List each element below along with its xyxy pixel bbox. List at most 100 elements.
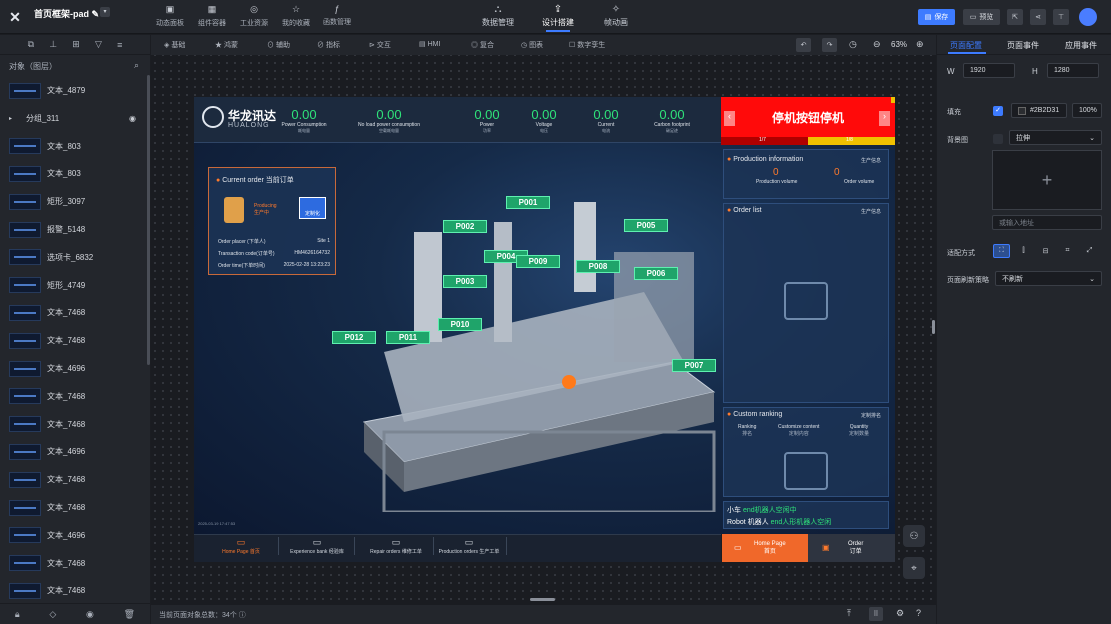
toolbar-item[interactable]: ◈ 基础 bbox=[164, 40, 185, 50]
layer-item[interactable]: 矩形_4749 bbox=[0, 272, 146, 299]
delete-icon[interactable]: 🗑︎ bbox=[124, 609, 135, 620]
shirt-icon[interactable]: ⊤ bbox=[1053, 9, 1069, 25]
locate-icon[interactable]: ⌖ bbox=[903, 557, 925, 579]
fill-color-input[interactable]: #2B2D31 bbox=[1011, 103, 1067, 118]
bg-mode-select[interactable]: 拉伸 ⌄ bbox=[1009, 130, 1102, 145]
nav-industrial-resources[interactable]: ◎ 工业资源 bbox=[240, 4, 268, 28]
layer-item[interactable]: 文本_7468 bbox=[0, 411, 146, 438]
settings-icon[interactable]: ⚙ bbox=[896, 608, 904, 619]
station-tag[interactable]: P005 bbox=[624, 219, 668, 232]
history-icon[interactable]: ◷ bbox=[849, 39, 857, 50]
artboard[interactable]: 华龙讯达 HUALONG 0.00 Power Consumption 耗电量 … bbox=[194, 97, 895, 534]
width-input[interactable]: 1920 bbox=[963, 63, 1015, 78]
shield-icon[interactable]: ◇ bbox=[49, 609, 56, 620]
layer-item[interactable]: 文本_4879 bbox=[0, 77, 146, 104]
layer-item[interactable]: 文本_7468 bbox=[0, 299, 146, 326]
share-icon[interactable]: ⋖ bbox=[1030, 9, 1046, 25]
station-tag[interactable]: P006 bbox=[634, 267, 678, 280]
search-icon[interactable]: ⌕ bbox=[134, 60, 139, 71]
layer-scrollbar[interactable] bbox=[147, 75, 150, 365]
fit-expand-icon[interactable]: ⤢ bbox=[1081, 244, 1098, 258]
layer-item[interactable]: 文本_803 bbox=[0, 160, 146, 187]
nav-favorites[interactable]: ☆ 我的收藏 bbox=[282, 4, 310, 28]
toolbar-item[interactable]: ★ 鸿蒙 bbox=[215, 40, 238, 50]
layer-item[interactable]: 矩形_3097 bbox=[0, 188, 146, 215]
station-tag[interactable]: P011 bbox=[386, 331, 430, 344]
order-button[interactable]: ▣ Order 订单 bbox=[808, 534, 895, 562]
home-page-button[interactable]: ▭ Home Page 首页 bbox=[722, 534, 808, 562]
save-button[interactable]: ▤ 保存 bbox=[918, 9, 955, 25]
layer-item[interactable]: 文本_7468 bbox=[0, 383, 146, 410]
avatar[interactable] bbox=[1079, 8, 1097, 26]
bottom-nav-item[interactable]: ▭ Production orders 生产工单 bbox=[432, 537, 507, 555]
nav-component-container[interactable]: ▦ 组件容器 bbox=[198, 4, 226, 28]
filter-icon[interactable]: ▽ bbox=[95, 39, 102, 50]
fill-checkbox[interactable]: ✓ bbox=[993, 106, 1003, 116]
layer-item[interactable]: 文本_7468 bbox=[0, 327, 146, 354]
refresh-policy-select[interactable]: 不刷新 ⌄ bbox=[995, 271, 1102, 286]
toolbar-item[interactable]: ⊳ 交互 bbox=[369, 40, 391, 50]
nav-dynamic-panel[interactable]: ▣ 动态面板 bbox=[156, 4, 184, 28]
nav-function-manage[interactable]: ƒ 函数管理 bbox=[323, 4, 351, 27]
toolbar-item[interactable]: ◷ 图表 bbox=[521, 40, 543, 50]
station-tag[interactable]: P002 bbox=[443, 220, 487, 233]
help-icon[interactable]: ? bbox=[916, 608, 921, 618]
distribute-icon[interactable]: ⊞ bbox=[72, 39, 80, 50]
canvas-scroll-handle[interactable] bbox=[530, 598, 555, 601]
tab-page-events[interactable]: 页面事件 bbox=[1007, 40, 1039, 51]
visibility-eye-icon[interactable]: ◉ bbox=[129, 114, 136, 123]
alarm-next-icon[interactable]: › bbox=[879, 111, 890, 126]
height-input[interactable]: 1280 bbox=[1047, 63, 1099, 78]
layer-item[interactable]: 报警_5148 bbox=[0, 216, 146, 243]
toolbar-item[interactable]: ☐ 数字孪生 bbox=[569, 40, 605, 50]
preview-button[interactable]: ▭ 预览 bbox=[963, 9, 1000, 25]
layer-item[interactable]: 文本_4696 bbox=[0, 355, 146, 382]
toolbar-item[interactable]: ⊙ 辅助 bbox=[267, 40, 290, 50]
robot-icon[interactable]: ⚇ bbox=[903, 525, 925, 547]
upload-icon[interactable]: ⤒ bbox=[847, 608, 851, 619]
redo-icon[interactable]: ↷ bbox=[822, 38, 837, 52]
page-title[interactable]: 首页框架-pad ✎ bbox=[34, 7, 99, 20]
layer-item[interactable]: 文本_7468 bbox=[0, 550, 146, 577]
fill-opacity-input[interactable]: 100% bbox=[1072, 103, 1102, 118]
canvas-scroll-handle-v[interactable] bbox=[932, 320, 935, 334]
layer-item[interactable]: 文本_7468 bbox=[0, 466, 146, 493]
fit-height-icon[interactable]: ⊟ bbox=[1037, 244, 1054, 258]
image-upload-area[interactable]: + bbox=[992, 150, 1102, 210]
fit-width-icon[interactable]: ⫿ bbox=[1015, 244, 1032, 258]
layer-icon[interactable]: ≡ bbox=[117, 40, 122, 50]
url-input[interactable]: 或输入地址 bbox=[992, 215, 1102, 230]
copy-icon[interactable]: ⧉ bbox=[28, 39, 34, 50]
undo-icon[interactable]: ↶ bbox=[796, 38, 811, 52]
app-logo-icon[interactable]: ✕ bbox=[6, 8, 24, 26]
station-tag[interactable]: P001 bbox=[506, 196, 550, 209]
layer-item[interactable]: 文本_4696 bbox=[0, 438, 146, 465]
fit-full-icon[interactable]: ⛶ bbox=[993, 244, 1010, 258]
bottom-nav-item[interactable]: ▭ Experience bank 经验库 bbox=[280, 537, 355, 555]
zoom-in-icon[interactable]: ⊕ bbox=[916, 39, 924, 50]
station-tag[interactable]: P012 bbox=[332, 331, 376, 344]
layer-item[interactable]: ▸ 分组_311 ◉ bbox=[0, 105, 146, 132]
expand-arrow-icon[interactable]: ▸ bbox=[9, 115, 12, 122]
bottom-nav-item[interactable]: ▭ Repair orders 维修工单 bbox=[359, 537, 434, 555]
layer-item[interactable]: 选项卡_6832 bbox=[0, 244, 146, 271]
toolbar-item[interactable]: ▤ HMI bbox=[419, 40, 440, 48]
tab-design-build[interactable]: ⇪ 设计搭建 bbox=[542, 4, 574, 32]
zoom-out-icon[interactable]: ⊖ bbox=[873, 39, 881, 50]
station-tag[interactable]: P008 bbox=[576, 260, 620, 273]
title-dropdown-icon[interactable]: ▾ bbox=[100, 7, 110, 17]
layer-item[interactable]: 文本_7468 bbox=[0, 577, 146, 604]
bg-checkbox[interactable] bbox=[993, 134, 1003, 144]
tab-data-manage[interactable]: ⛬ 数据管理 bbox=[482, 4, 514, 28]
eye-icon[interactable]: ◉ bbox=[86, 609, 94, 620]
layer-item[interactable]: 文本_803 bbox=[0, 133, 146, 160]
bottom-nav-item[interactable]: ▭ Home Page 首页 bbox=[204, 537, 279, 555]
grid-toggle-icon[interactable]: ⠿ bbox=[869, 607, 883, 621]
tab-app-events[interactable]: 应用事件 bbox=[1065, 40, 1097, 51]
lock-icon[interactable]: 🔒︎ bbox=[15, 609, 20, 620]
align-icon[interactable]: ⊥ bbox=[49, 39, 57, 50]
station-tag[interactable]: P010 bbox=[438, 318, 482, 331]
tab-page-config[interactable]: 页面配置 bbox=[950, 40, 982, 51]
fit-crop-icon[interactable]: ⌗ bbox=[1059, 244, 1076, 258]
custom-badge[interactable]: 定制化 bbox=[299, 197, 326, 219]
